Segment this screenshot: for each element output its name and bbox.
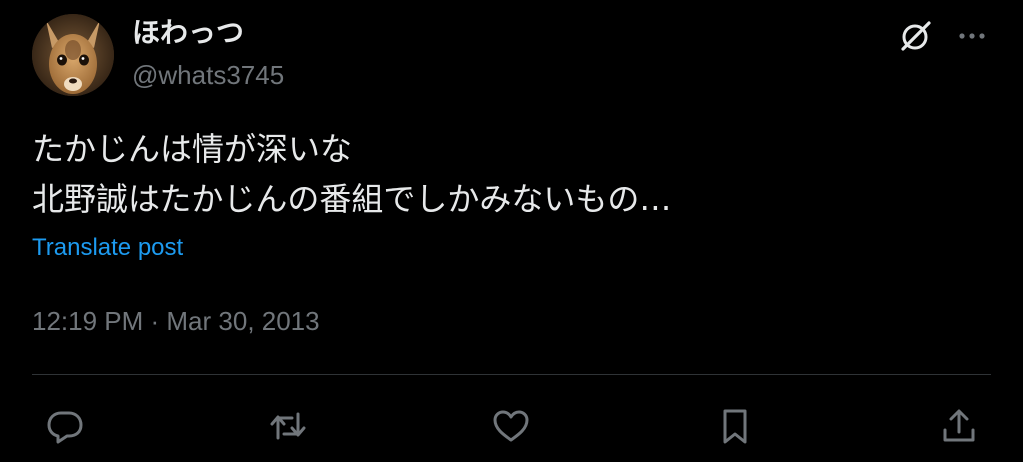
share-button[interactable] (935, 402, 983, 450)
avatar[interactable] (32, 14, 114, 96)
grok-button[interactable] (896, 16, 936, 56)
post-text-line: 北野誠はたかじんの番組でしかみないもの… (32, 180, 672, 218)
more-icon (959, 33, 985, 39)
avatar-image (32, 14, 114, 96)
divider (32, 374, 991, 375)
display-name[interactable]: ほわっつ (132, 14, 244, 52)
bookmark-icon (723, 409, 747, 444)
grok-icon (901, 21, 931, 51)
more-options-button[interactable] (952, 16, 992, 56)
like-icon (493, 410, 529, 442)
share-icon (943, 409, 975, 442)
post-timestamp[interactable]: 12:19 PM · Mar 30, 2013 (32, 302, 320, 340)
bookmark-button[interactable] (711, 402, 759, 450)
post-container: ほわっつ @whats3745 たかじんは情が深いな 北野誠はたかじんの番組でし… (0, 0, 1023, 462)
reply-icon (47, 411, 83, 444)
post-text: たかじんは情が深いな 北野誠はたかじんの番組でしかみないもの… (32, 124, 972, 224)
repost-button[interactable] (264, 402, 312, 450)
reply-button[interactable] (41, 402, 89, 450)
repost-icon (270, 412, 306, 440)
user-handle[interactable]: @whats3745 (132, 58, 284, 92)
post-text-line: たかじんは情が深いな (32, 130, 353, 168)
like-button[interactable] (487, 402, 535, 450)
translate-post-link[interactable]: Translate post (32, 230, 183, 266)
